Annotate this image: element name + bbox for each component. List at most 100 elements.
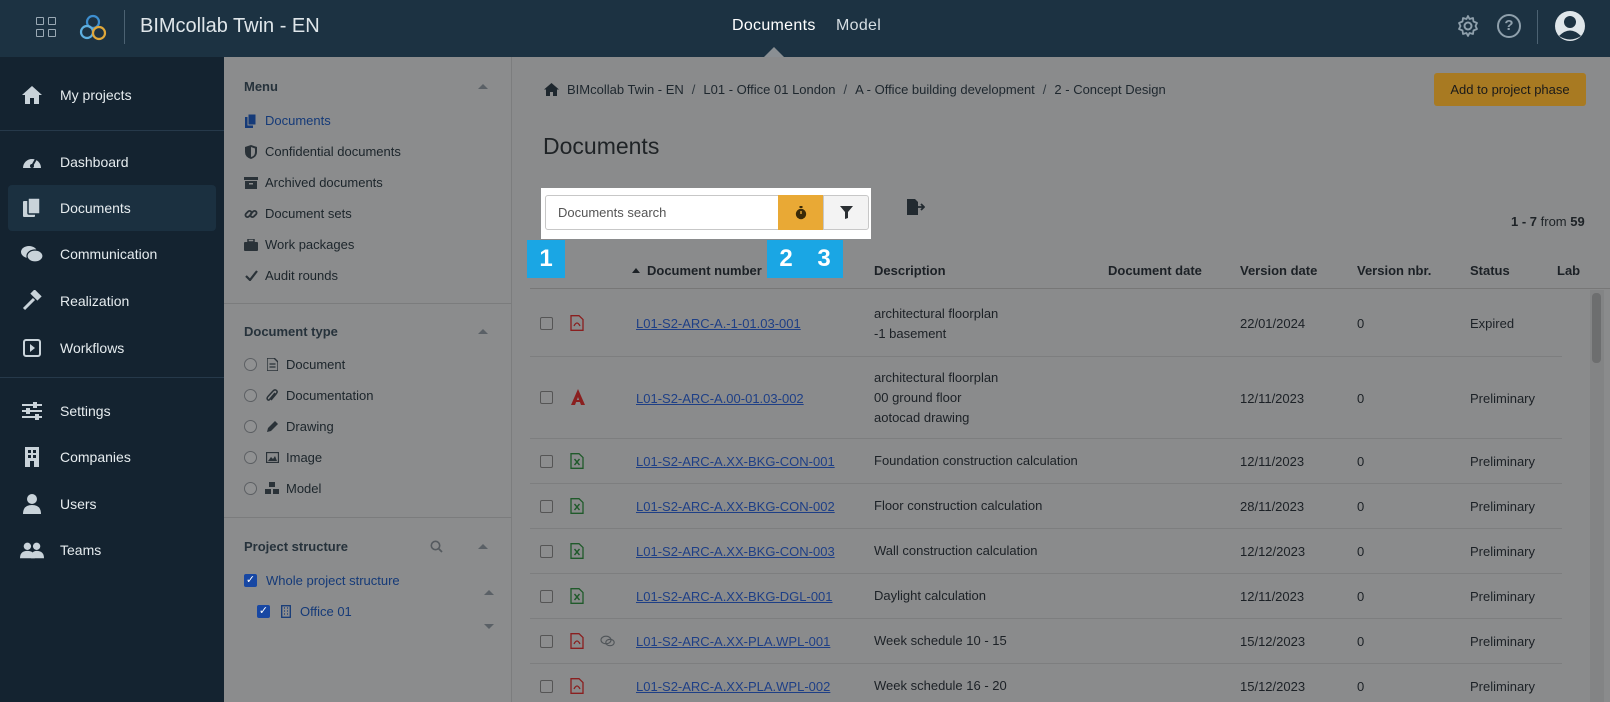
table-row[interactable]: L01-S2-ARC-A.XX-PLA.WPL-002 Week schedul…: [530, 664, 1562, 702]
table-row[interactable]: L01-S2-ARC-A.XX-BKG-CON-001 Foundation c…: [530, 439, 1562, 484]
menu-item-work-packages[interactable]: Work packages: [244, 237, 354, 252]
doctype-label: Image: [286, 450, 323, 465]
table-row[interactable]: L01-S2-ARC-A.XX-BKG-DGL-001 Daylight cal…: [530, 574, 1562, 619]
document-number-link[interactable]: L01-S2-ARC-A.-1-01.03-001: [636, 316, 801, 331]
structure-item-whole-project[interactable]: ✓ Whole project structure: [244, 573, 400, 588]
row-checkbox[interactable]: [540, 680, 553, 693]
sidebar-item-realization[interactable]: Realization: [8, 278, 216, 324]
sidebar-item-documents[interactable]: Documents: [8, 185, 216, 231]
table-row[interactable]: L01-S2-ARC-A.-1-01.03-001 architectural …: [530, 290, 1562, 357]
row-checkbox[interactable]: [540, 500, 553, 513]
panel-divider: [224, 303, 512, 304]
radio-button[interactable]: [244, 389, 257, 402]
radio-button[interactable]: [244, 482, 257, 495]
building-icon: [279, 605, 293, 619]
doctype-option-document[interactable]: Document: [244, 357, 345, 372]
add-to-project-phase-button[interactable]: Add to project phase: [1434, 73, 1586, 106]
menu-item-documents[interactable]: Documents: [244, 113, 331, 128]
collapse-doctype-chevron-icon[interactable]: [478, 329, 488, 334]
search-input[interactable]: [545, 195, 779, 230]
sidebar-item-my-projects[interactable]: My projects: [8, 72, 216, 118]
document-number-link[interactable]: L01-S2-ARC-A.XX-BKG-CON-001: [636, 454, 835, 469]
table-row[interactable]: L01-S2-ARC-A.XX-BKG-CON-002 Floor constr…: [530, 484, 1562, 529]
radio-button[interactable]: [244, 358, 257, 371]
document-number-link[interactable]: L01-S2-ARC-A.XX-PLA.WPL-002: [636, 679, 830, 694]
table-row[interactable]: L01-S2-ARC-A.XX-PLA.WPL-001 Week schedul…: [530, 619, 1562, 664]
autocad-file-icon: [571, 389, 585, 405]
filter-button[interactable]: [823, 195, 869, 230]
column-header-status[interactable]: Status: [1470, 263, 1510, 278]
table-row[interactable]: L01-S2-ARC-A.XX-BKG-CON-003 Wall constru…: [530, 529, 1562, 574]
collapse-tree-chevron-icon[interactable]: [484, 590, 494, 595]
column-header-description[interactable]: Description: [874, 263, 946, 278]
search-timer-button[interactable]: [778, 195, 823, 230]
document-number-link[interactable]: L01-S2-ARC-A.00-01.03-002: [636, 391, 804, 406]
table-scrollbar-thumb[interactable]: [1592, 293, 1601, 363]
row-checkbox[interactable]: [540, 590, 553, 603]
document-number-link[interactable]: L01-S2-ARC-A.XX-BKG-CON-003: [636, 544, 835, 559]
document-description: Week schedule 16 - 20: [874, 676, 1007, 696]
comment-icon[interactable]: [600, 635, 615, 647]
doctype-option-documentation[interactable]: Documentation: [244, 388, 373, 403]
menu-item-document-sets[interactable]: Document sets: [244, 206, 352, 221]
project-structure-heading: Project structure: [244, 539, 349, 554]
doctype-option-drawing[interactable]: Drawing: [244, 419, 334, 434]
document-description: architectural floorplan 00 ground floor ao…: [874, 368, 998, 428]
export-file-icon[interactable]: [907, 199, 925, 215]
sidebar-item-communication[interactable]: Communication: [8, 231, 216, 277]
help-icon[interactable]: ?: [1497, 14, 1521, 38]
sidebar-item-teams[interactable]: Teams: [8, 527, 216, 573]
app-launcher-icon[interactable]: [36, 17, 56, 37]
main-content: BIMcollab Twin - EN / L01 - Office 01 Lo…: [512, 57, 1610, 702]
user-avatar-icon[interactable]: [1554, 10, 1586, 42]
structure-item-office-01[interactable]: ✓ Office 01: [257, 604, 352, 619]
menu-item-confidential-documents[interactable]: Confidential documents: [244, 144, 401, 159]
collapse-menu-chevron-icon[interactable]: [478, 84, 488, 89]
pagination-total: 59: [1570, 214, 1585, 229]
gear-icon[interactable]: [1456, 14, 1480, 38]
breadcrumb-item[interactable]: L01 - Office 01 London: [703, 82, 835, 97]
radio-button[interactable]: [244, 451, 257, 464]
column-header-label[interactable]: Lab: [1557, 263, 1580, 278]
collapse-structure-chevron-icon[interactable]: [478, 544, 488, 549]
sidebar-item-users[interactable]: Users: [8, 481, 216, 527]
sidebar-item-dashboard[interactable]: Dashboard: [8, 139, 216, 185]
sidebar-item-companies[interactable]: Companies: [8, 434, 216, 480]
search-icon[interactable]: [430, 540, 443, 553]
checkbox-checked[interactable]: ✓: [244, 574, 257, 587]
column-header-version-nbr[interactable]: Version nbr.: [1357, 263, 1431, 278]
column-header-version-date[interactable]: Version date: [1240, 263, 1317, 278]
nav-model-tab[interactable]: Model: [836, 17, 881, 35]
home-icon[interactable]: [544, 83, 559, 96]
expand-tree-chevron-icon[interactable]: [484, 624, 494, 629]
bimcollab-logo-icon[interactable]: [78, 13, 108, 43]
radio-button[interactable]: [244, 420, 257, 433]
sidebar-item-workflows[interactable]: Workflows: [8, 325, 216, 371]
menu-item-archived-documents[interactable]: Archived documents: [244, 175, 383, 190]
row-checkbox[interactable]: [540, 317, 553, 330]
menu-item-audit-rounds[interactable]: Audit rounds: [244, 268, 338, 283]
column-header-document-date[interactable]: Document date: [1108, 263, 1202, 278]
document-number-link[interactable]: L01-S2-ARC-A.XX-BKG-DGL-001: [636, 589, 833, 604]
nav-documents-tab[interactable]: Documents: [732, 17, 816, 35]
structure-label: Office 01: [300, 604, 352, 619]
doctype-label: Document: [286, 357, 346, 372]
breadcrumb-item[interactable]: A - Office building development: [855, 82, 1035, 97]
document-number-link[interactable]: L01-S2-ARC-A.XX-BKG-CON-002: [636, 499, 835, 514]
row-checkbox[interactable]: [540, 391, 553, 404]
table-row[interactable]: L01-S2-ARC-A.00-01.03-002 architectural …: [530, 357, 1562, 439]
doctype-option-image[interactable]: Image: [244, 450, 322, 465]
breadcrumb-item[interactable]: BIMcollab Twin - EN: [567, 82, 684, 97]
version-number: 0: [1357, 634, 1365, 649]
column-header-document-number[interactable]: Document number: [632, 263, 762, 278]
pagination-from-label: from: [1540, 214, 1567, 229]
row-checkbox[interactable]: [540, 635, 553, 648]
sidebar-item-settings[interactable]: Settings: [8, 388, 216, 434]
doctype-option-model[interactable]: Model: [244, 481, 321, 496]
breadcrumb-item[interactable]: 2 - Concept Design: [1054, 82, 1165, 97]
row-checkbox[interactable]: [540, 455, 553, 468]
status-text: Preliminary: [1470, 679, 1536, 694]
document-number-link[interactable]: L01-S2-ARC-A.XX-PLA.WPL-001: [636, 634, 830, 649]
row-checkbox[interactable]: [540, 545, 553, 558]
checkbox-checked[interactable]: ✓: [257, 605, 270, 618]
